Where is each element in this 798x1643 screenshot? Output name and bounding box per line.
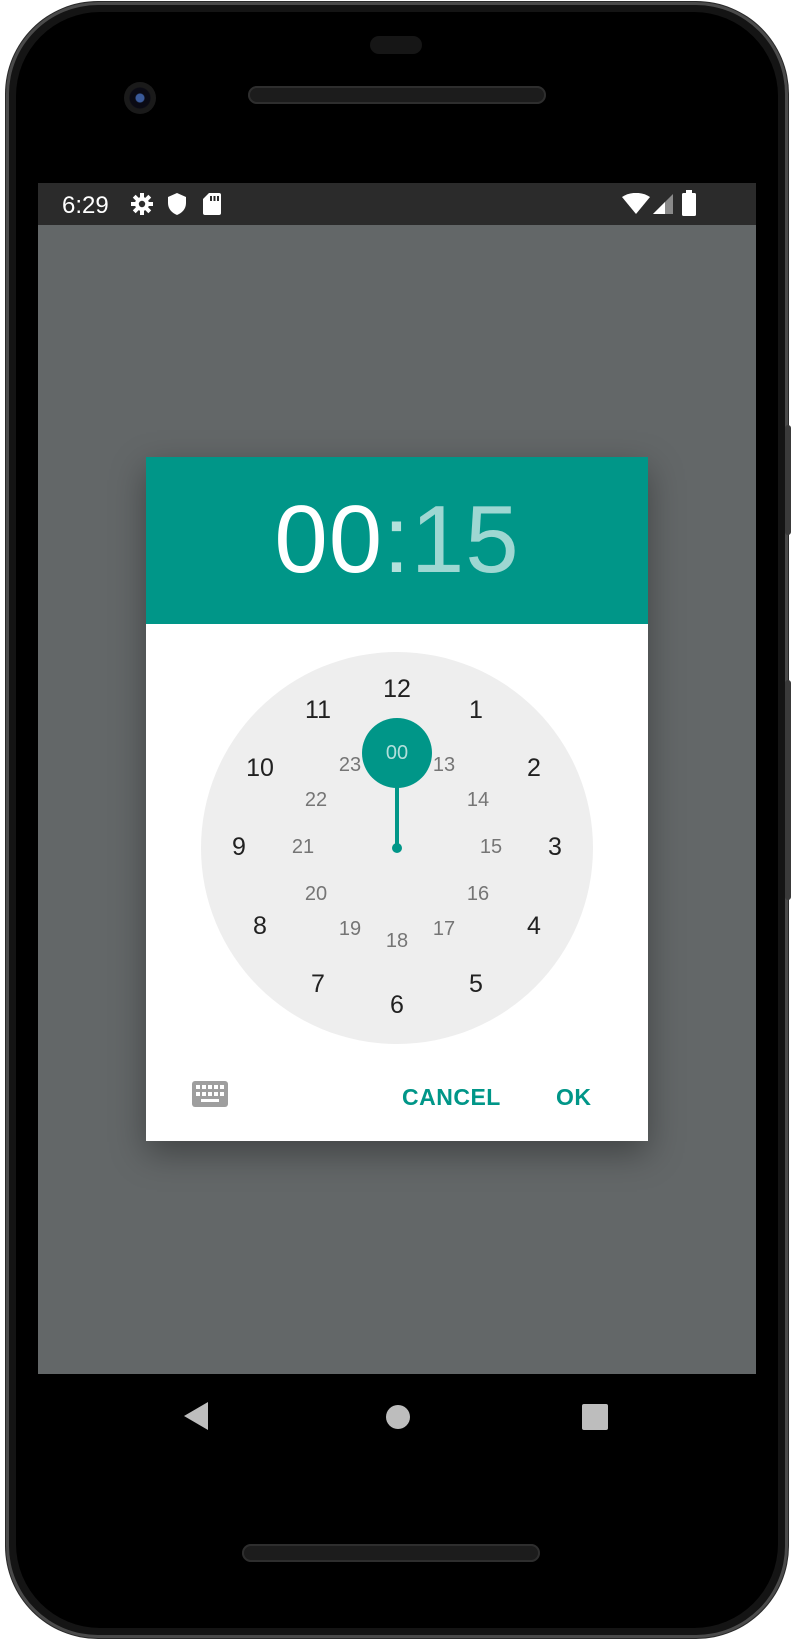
volume-button (785, 425, 791, 535)
earpiece-speaker (248, 86, 546, 104)
clock-number-1[interactable]: 1 (456, 695, 496, 725)
keyboard-icon[interactable] (192, 1081, 228, 1107)
hour-display[interactable]: 00 (274, 486, 383, 593)
clock-number-13[interactable]: 13 (424, 750, 464, 780)
clock-number-14[interactable]: 14 (458, 785, 498, 815)
cell-signal-icon (652, 193, 674, 220)
clock-number-19[interactable]: 19 (330, 914, 370, 944)
clock-number-2[interactable]: 2 (514, 753, 554, 783)
battery-icon (682, 190, 696, 221)
minute-display[interactable]: 15 (411, 486, 520, 593)
clock-number-5[interactable]: 5 (456, 969, 496, 999)
clock-number-21[interactable]: 21 (283, 832, 323, 862)
time-picker-header: 00:15 (146, 457, 648, 624)
clock-number-15[interactable]: 15 (471, 832, 511, 862)
clock-number-23[interactable]: 23 (330, 750, 370, 780)
clock-number-20[interactable]: 20 (296, 879, 336, 909)
back-icon[interactable] (182, 1400, 210, 1437)
clock-number-4[interactable]: 4 (514, 911, 554, 941)
wifi-icon (622, 192, 650, 220)
clock-number-00[interactable]: 00 (377, 738, 417, 768)
clock-number-7[interactable]: 7 (298, 969, 338, 999)
clock-number-10[interactable]: 10 (240, 753, 280, 783)
clock-number-12[interactable]: 12 (377, 674, 417, 704)
clock-number-6[interactable]: 6 (377, 990, 417, 1020)
clock-number-22[interactable]: 22 (296, 785, 336, 815)
clock-number-11[interactable]: 11 (298, 695, 338, 725)
power-button (785, 680, 791, 900)
clock-number-18[interactable]: 18 (377, 926, 417, 956)
home-icon[interactable] (385, 1404, 411, 1435)
clock-number-3[interactable]: 3 (535, 832, 575, 862)
time-picker-dialog: 00:15 12 1 2 3 4 5 6 7 8 9 10 11 00 13 1… (146, 457, 648, 1141)
top-sensor (370, 36, 422, 54)
status-bar: 6:29 (38, 183, 756, 225)
time-separator: : (383, 486, 411, 593)
status-time: 6:29 (62, 192, 109, 219)
sd-card-icon (202, 192, 222, 221)
ok-button[interactable]: OK (556, 1079, 592, 1115)
screen: 6: 2 9 00:15 12 1 2 3 4 5 6 7 8 9 10 11 00… (38, 183, 756, 1374)
clock-number-9[interactable]: 9 (219, 832, 259, 862)
cancel-button[interactable]: CANCEL (402, 1079, 501, 1115)
clock-number-8[interactable]: 8 (240, 911, 280, 941)
settings-icon (130, 192, 154, 221)
bottom-speaker (242, 1544, 540, 1562)
clock-number-17[interactable]: 17 (424, 914, 464, 944)
recents-icon[interactable] (582, 1404, 608, 1435)
shield-icon (166, 192, 188, 221)
clock-number-16[interactable]: 16 (458, 879, 498, 909)
front-camera (124, 82, 156, 114)
time-display: 00:15 (146, 485, 648, 595)
clock-center-dot (392, 843, 402, 853)
clock-face[interactable]: 12 1 2 3 4 5 6 7 8 9 10 11 00 13 14 15 1… (201, 652, 593, 1044)
